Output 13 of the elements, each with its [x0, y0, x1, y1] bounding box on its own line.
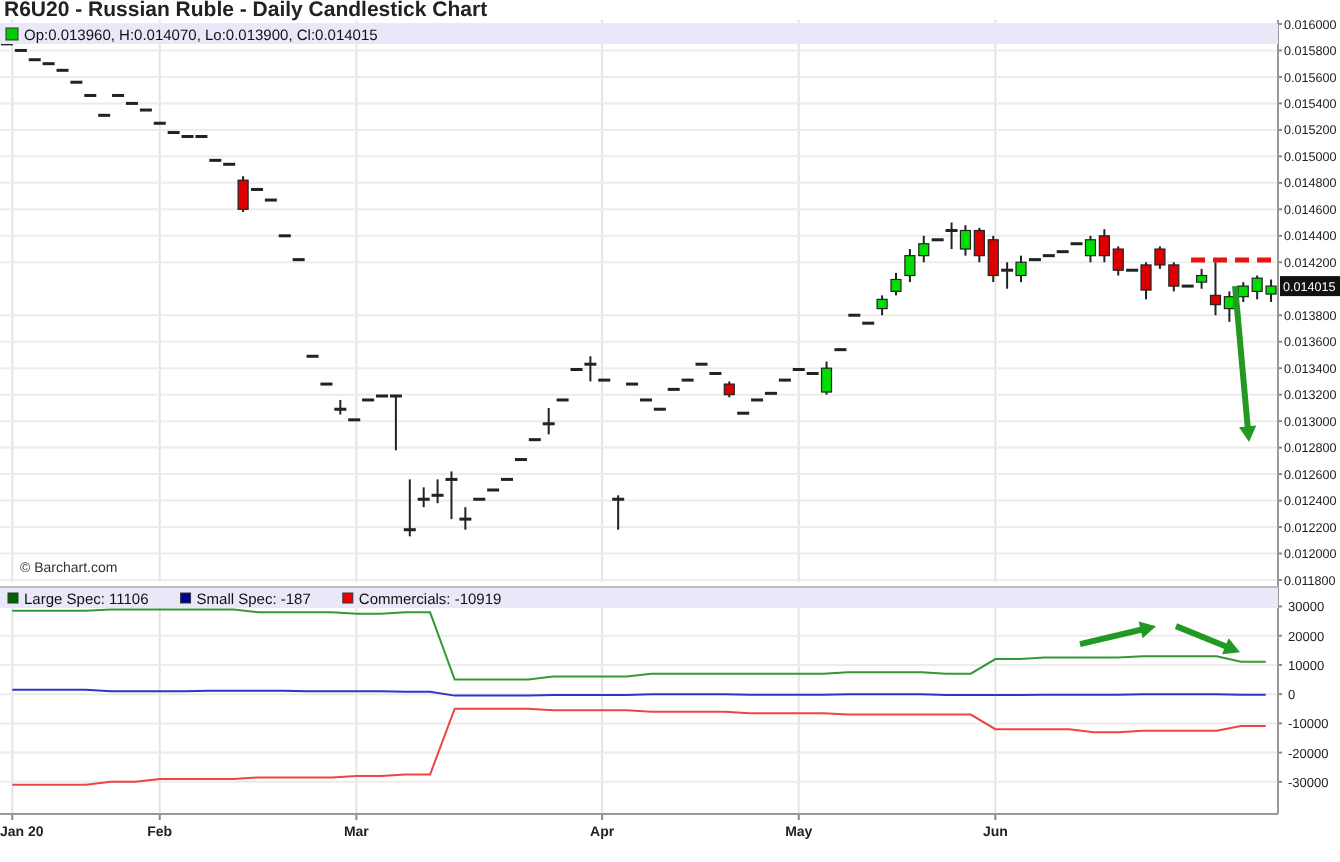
candlestick: [292, 258, 305, 262]
candlestick: [556, 398, 569, 402]
candlestick: [612, 494, 625, 531]
candlestick: [278, 234, 291, 238]
chart-title: R6U20 - Russian Ruble - Daily Candlestick Chart: [2, 0, 490, 20]
trend-arrow: [1174, 623, 1240, 655]
candlestick: [723, 380, 735, 399]
candlestick: [98, 113, 111, 117]
candlestick: [834, 348, 847, 352]
trend-arrow: [1079, 621, 1156, 648]
candlestick: [514, 458, 527, 462]
candlestick: [320, 382, 333, 386]
candlestick: [306, 354, 319, 358]
